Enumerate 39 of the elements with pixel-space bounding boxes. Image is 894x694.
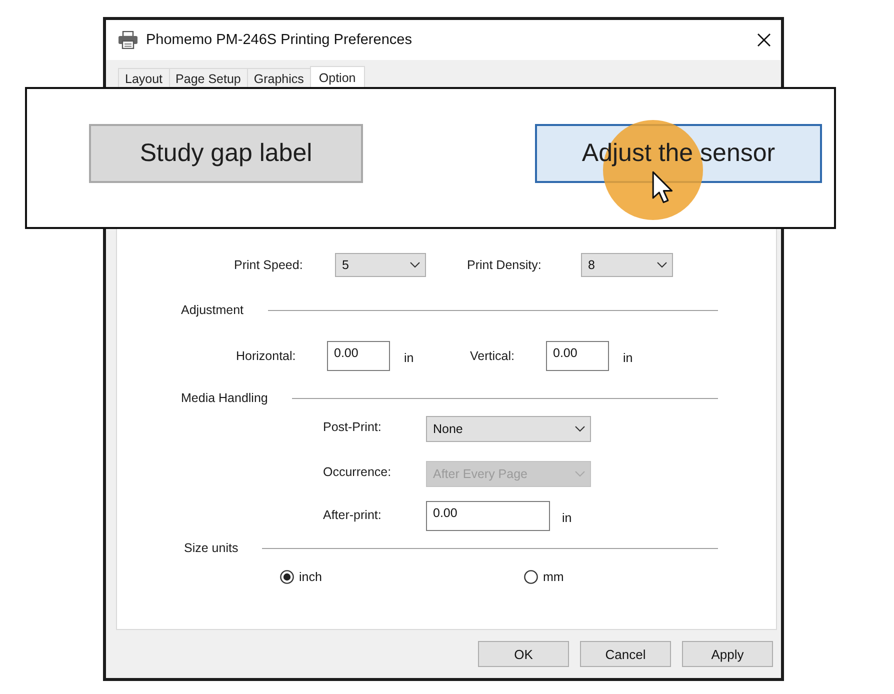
mouse-pointer-icon bbox=[652, 171, 674, 204]
field-label: Print Density: bbox=[467, 258, 542, 272]
chevron-icon bbox=[575, 471, 585, 477]
field-label: Print Speed: bbox=[234, 258, 304, 272]
printer-icon bbox=[118, 31, 138, 49]
dialog-button[interactable]: Cancel bbox=[580, 641, 671, 667]
input-field[interactable]: 0.00 bbox=[546, 341, 609, 371]
chevron-icon bbox=[657, 262, 667, 268]
dialog-button[interactable]: Apply bbox=[682, 641, 773, 667]
callout-button[interactable]: Study gap label bbox=[89, 124, 363, 183]
section-title: Adjustment bbox=[181, 303, 244, 317]
chevron-icon bbox=[575, 426, 585, 432]
radio-label: inch bbox=[299, 570, 322, 584]
close-icon[interactable] bbox=[757, 33, 771, 47]
unit-label: in bbox=[404, 351, 415, 365]
dialog-button[interactable]: OK bbox=[478, 641, 569, 667]
window-title: Phomemo PM-246S Printing Preferences bbox=[146, 32, 413, 48]
field-label: Vertical: bbox=[470, 349, 516, 363]
tab[interactable]: Page Setup bbox=[168, 68, 248, 88]
section-title: Media Handling bbox=[181, 391, 268, 405]
input-field[interactable]: 0.00 bbox=[327, 341, 390, 371]
radio-button[interactable] bbox=[280, 570, 294, 584]
chevron-icon bbox=[410, 262, 420, 268]
input-field[interactable]: 0.00 bbox=[426, 501, 550, 531]
tab[interactable]: Graphics bbox=[246, 68, 311, 88]
radio-label: mm bbox=[543, 570, 564, 584]
dropdown[interactable]: None bbox=[426, 416, 591, 442]
dropdown[interactable]: 5 bbox=[335, 253, 426, 277]
tab[interactable]: Option bbox=[310, 66, 365, 88]
unit-label: in bbox=[623, 351, 633, 365]
unit-label: in bbox=[562, 511, 572, 525]
field-label: Post-Print: bbox=[323, 420, 382, 434]
dropdown[interactable]: 8 bbox=[581, 253, 673, 277]
field-label: After-print: bbox=[323, 508, 382, 522]
field-label: Occurrence: bbox=[323, 465, 392, 479]
radio-button[interactable] bbox=[524, 570, 538, 584]
field-label: Horizontal: bbox=[236, 349, 297, 363]
section-title: Size units bbox=[184, 541, 238, 555]
tab[interactable]: Layout bbox=[118, 68, 170, 88]
